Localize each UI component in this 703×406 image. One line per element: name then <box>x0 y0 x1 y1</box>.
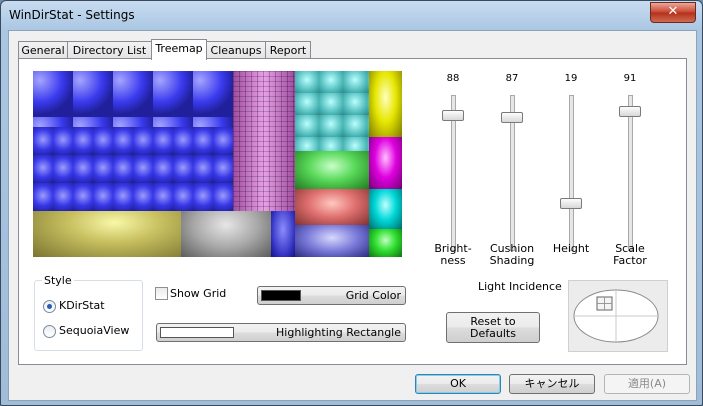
cancel-button[interactable]: キャンセル <box>509 374 595 394</box>
dialog-client: General Directory List Treemap Cleanups … <box>8 30 697 401</box>
treemap-block-yellow <box>33 211 181 257</box>
tab-cleanups[interactable]: Cleanups <box>206 41 266 59</box>
cushion-shading-label: Cushion Shading <box>482 243 542 267</box>
treemap-block-cyan <box>295 71 369 151</box>
scale-factor-track <box>628 95 633 251</box>
treemap-block-pink <box>233 71 295 211</box>
height-value: 19 <box>564 73 578 84</box>
brightness-thumb[interactable] <box>442 110 464 121</box>
highlight-rectangle-button[interactable]: Highlighting Rectangle <box>156 323 406 342</box>
cushion-shading-thumb[interactable] <box>501 112 523 123</box>
treemap-block-magenta <box>369 137 402 189</box>
scale-factor-thumb[interactable] <box>619 106 641 117</box>
tab-treemap[interactable]: Treemap <box>151 39 207 60</box>
close-icon: ✕ <box>667 4 679 19</box>
light-incidence-label: Light Incidence <box>478 280 562 293</box>
title-bar[interactable]: WinDirStat - Settings ✕ <box>1 1 702 31</box>
height-thumb[interactable] <box>560 198 582 209</box>
treemap-block-green <box>295 151 369 189</box>
light-incidence-ellipse <box>573 289 659 343</box>
tab-general[interactable]: General <box>18 41 68 59</box>
height-label-line1: Height <box>552 242 590 255</box>
brightness-value: 88 <box>446 73 460 84</box>
scale-factor-label-line2: Factor <box>613 254 647 267</box>
sequoiaview-radio[interactable] <box>43 325 56 338</box>
treemap-block-lavender <box>295 225 369 257</box>
light-incidence-control[interactable] <box>568 280 668 352</box>
reset-to-defaults-button[interactable]: Reset to Defaults <box>446 312 540 343</box>
treemap-block-cyan-right <box>369 189 402 229</box>
highlight-rectangle-label: Highlighting Rectangle <box>276 326 401 339</box>
brightness-label-line2: ness <box>440 254 466 267</box>
window-title: WinDirStat - Settings <box>9 8 135 22</box>
grid-color-label: Grid Color <box>345 289 401 302</box>
close-button[interactable]: ✕ <box>650 2 696 23</box>
treemap-preview <box>33 71 402 257</box>
scale-factor-label: Scale Factor <box>600 243 660 267</box>
grid-color-button[interactable]: Grid Color <box>257 286 406 305</box>
tab-directory-list[interactable]: Directory List <box>67 41 152 59</box>
brightness-label: Bright- ness <box>423 243 483 267</box>
kdirstat-radio-label[interactable]: KDirStat <box>59 299 105 312</box>
treemap-block-green-right <box>369 229 402 257</box>
style-group: Style KDirStat SequoiaView <box>34 274 143 351</box>
sequoiaview-radio-label[interactable]: SequoiaView <box>59 324 129 337</box>
treemap-block-red <box>295 189 369 225</box>
ok-button[interactable]: OK <box>415 374 501 394</box>
cushion-shading-label-line2: Shading <box>489 254 535 267</box>
treemap-block-blue-rows <box>33 127 233 211</box>
apply-button[interactable]: 適用(A) <box>604 374 690 394</box>
show-grid-label[interactable]: Show Grid <box>170 287 226 300</box>
radio-selected-dot <box>47 304 52 309</box>
cushion-shading-value: 87 <box>505 73 519 84</box>
show-grid-checkbox[interactable] <box>155 287 168 300</box>
reset-label-line2: Defaults <box>470 327 516 340</box>
highlight-color-swatch <box>160 327 234 338</box>
style-group-legend: Style <box>42 274 74 287</box>
kdirstat-radio[interactable] <box>43 300 56 313</box>
treemap-settings-panel: 88 Bright- ness 87 Cushion Shading 19 He… <box>18 58 687 365</box>
treemap-block-blue-small <box>271 211 295 257</box>
tab-report[interactable]: Report <box>265 41 311 59</box>
height-track <box>569 95 574 251</box>
height-label: Height <box>541 243 601 255</box>
scale-factor-value: 91 <box>623 73 637 84</box>
grid-color-swatch <box>261 290 301 301</box>
treemap-block-gray <box>181 211 271 257</box>
treemap-block-yellow-right <box>369 71 402 137</box>
settings-window: WinDirStat - Settings ✕ General Director… <box>0 0 703 406</box>
